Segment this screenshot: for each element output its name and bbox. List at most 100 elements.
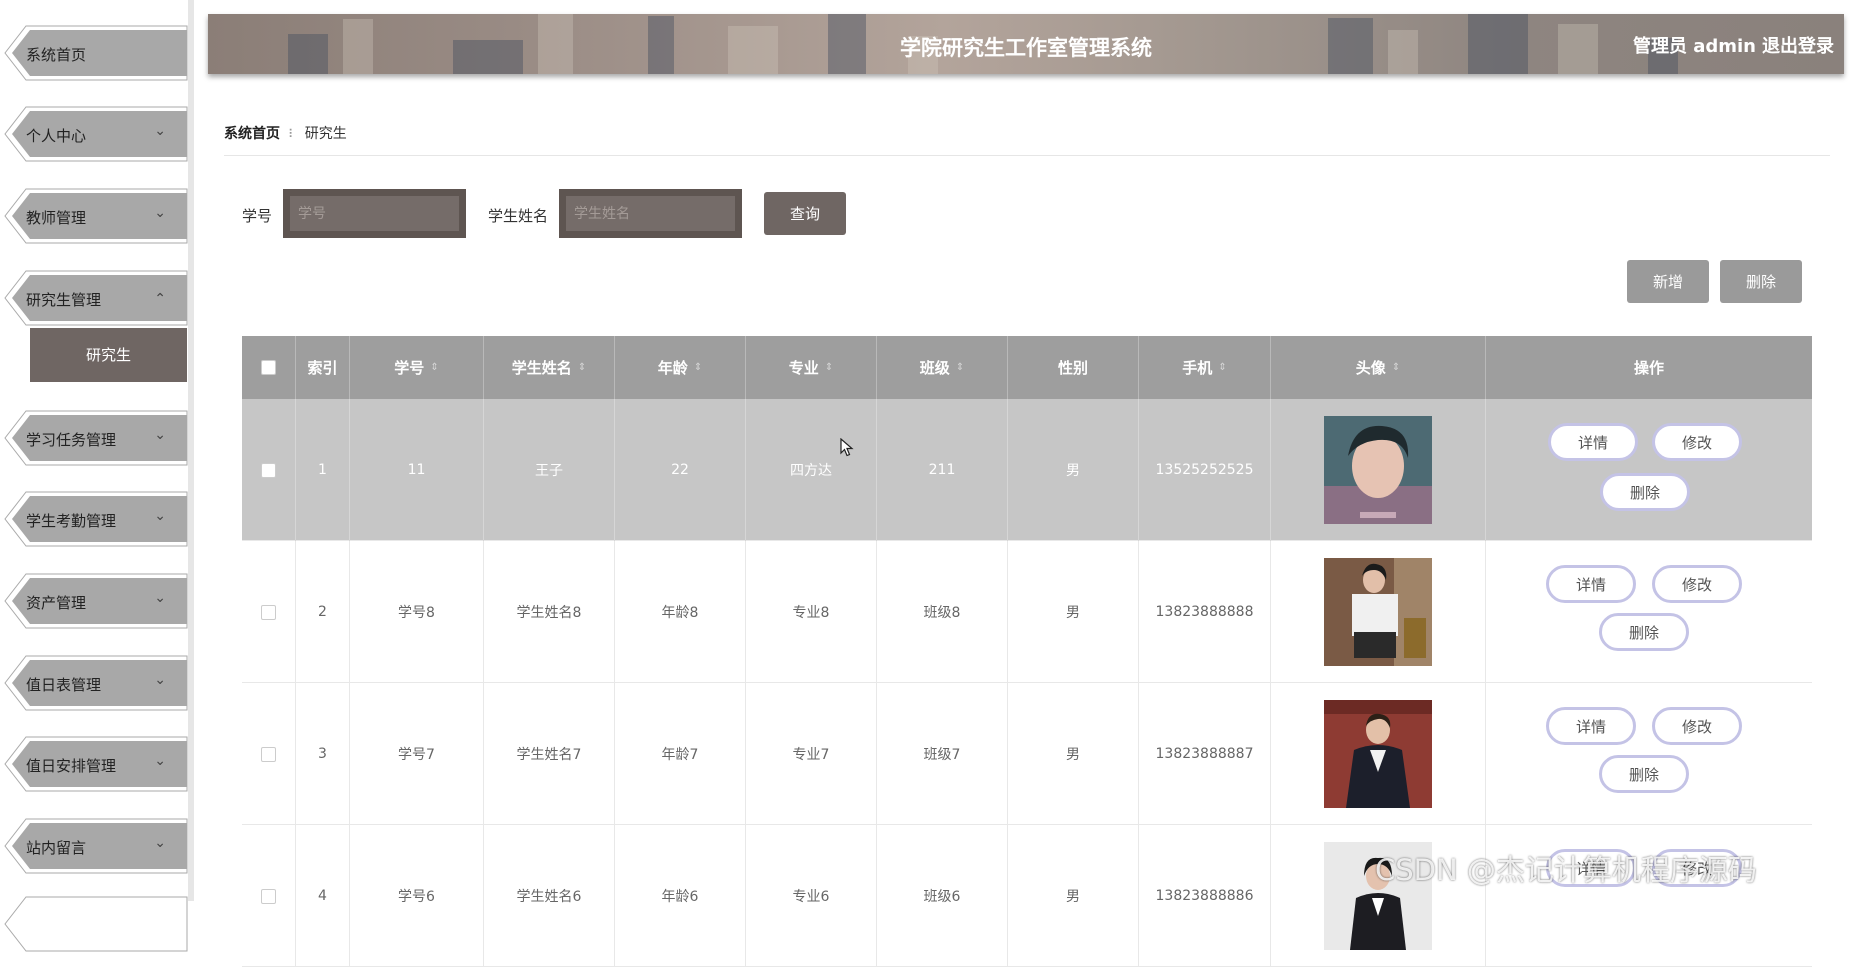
table-row[interactable]: 3 学号7 学生姓名7 年龄7 专业7 班级7 男 13823888887 详情… bbox=[242, 683, 1812, 825]
edit-button[interactable]: 修改 bbox=[1652, 707, 1742, 745]
breadcrumb-separator: ⠇ bbox=[288, 127, 297, 141]
column-header-label: 学号 bbox=[394, 359, 425, 377]
sidebar-item-duty-schedule-management[interactable]: 值日安排管理 ⌄ bbox=[4, 736, 188, 792]
column-header-major[interactable]: 专业 ⇕ bbox=[746, 336, 877, 399]
cell-name: 王子 bbox=[484, 399, 615, 541]
column-header-label: 班级 bbox=[919, 359, 950, 377]
column-header-gender: 性别 bbox=[1008, 336, 1139, 399]
sort-icon[interactable]: ⇕ bbox=[694, 362, 702, 373]
sidebar: 系统首页 个人中心 ⌄ 教师管理 ⌄ 研究生管理 ⌃ 研究生 学习任务管理 ⌄ bbox=[0, 0, 194, 952]
sidebar-subitem-graduate[interactable]: 研究生 bbox=[30, 328, 187, 382]
sort-icon[interactable]: ⇕ bbox=[956, 362, 964, 373]
cell-student-no: 学号6 bbox=[350, 825, 484, 967]
chevron-up-icon: ⌃ bbox=[154, 291, 166, 307]
app-title: 学院研究生工作室管理系统 bbox=[900, 36, 1152, 60]
user-info: 管理员 admin 退出登录 bbox=[1627, 32, 1834, 58]
column-header-label: 索引 bbox=[307, 359, 338, 377]
sidebar-item-asset-management[interactable]: 资产管理 ⌄ bbox=[4, 573, 188, 629]
sidebar-item-label: 教师管理 bbox=[26, 209, 87, 227]
cell-actions: 详情 修改 删除 bbox=[1486, 683, 1812, 825]
edit-button[interactable]: 修改 bbox=[1652, 423, 1742, 461]
delete-button[interactable]: 删除 bbox=[1599, 613, 1689, 651]
row-checkbox[interactable] bbox=[261, 462, 276, 478]
sidebar-item-label: 值日表管理 bbox=[26, 676, 102, 694]
column-header-avatar[interactable]: 头像 ⇕ bbox=[1271, 336, 1486, 399]
sidebar-item-label: 系统首页 bbox=[26, 46, 87, 64]
cell-age: 年龄7 bbox=[615, 683, 746, 825]
sidebar-item-messages[interactable]: 站内留言 ⌄ bbox=[4, 818, 188, 874]
detail-button[interactable]: 详情 bbox=[1548, 423, 1638, 461]
cell-index: 4 bbox=[296, 825, 350, 967]
row-select-cell bbox=[242, 825, 296, 967]
column-header-name[interactable]: 学生姓名 ⇕ bbox=[484, 336, 615, 399]
cell-gender: 男 bbox=[1008, 683, 1139, 825]
breadcrumb-home[interactable]: 系统首页 bbox=[224, 126, 280, 142]
sort-icon[interactable]: ⇕ bbox=[578, 362, 586, 373]
cell-name: 学生姓名6 bbox=[484, 825, 615, 967]
sidebar-item-graduate-management[interactable]: 研究生管理 ⌃ bbox=[4, 270, 188, 326]
sidebar-item-label: 学习任务管理 bbox=[26, 431, 117, 449]
sort-icon[interactable]: ⇕ bbox=[1218, 362, 1226, 373]
avatar-young-man-portrait bbox=[1324, 416, 1432, 524]
row-checkbox[interactable] bbox=[261, 604, 276, 620]
sidebar-item-label: 个人中心 bbox=[26, 127, 87, 145]
batch-delete-button[interactable]: 删除 bbox=[1720, 260, 1802, 303]
table-row[interactable]: 1 11 王子 22 四方达 211 男 13525252525 详情 修改 删… bbox=[242, 399, 1812, 541]
sidebar-item-home[interactable]: 系统首页 bbox=[4, 25, 188, 81]
cell-class: 211 bbox=[877, 399, 1008, 541]
sort-icon[interactable]: ⇕ bbox=[825, 362, 833, 373]
avatar bbox=[1324, 558, 1432, 666]
sort-icon[interactable]: ⇕ bbox=[1392, 362, 1400, 373]
sidebar-item-teacher-management[interactable]: 教师管理 ⌄ bbox=[4, 188, 188, 244]
cell-avatar bbox=[1271, 541, 1486, 683]
cell-phone: 13525252525 bbox=[1139, 399, 1271, 541]
column-header-label: 手机 bbox=[1182, 359, 1213, 377]
sidebar-item-attendance-management[interactable]: 学生考勤管理 ⌄ bbox=[4, 491, 188, 547]
sidebar-item-next-partial[interactable] bbox=[4, 896, 188, 952]
row-select-cell bbox=[242, 683, 296, 825]
column-header-label: 性别 bbox=[1057, 359, 1088, 377]
avatar bbox=[1324, 416, 1432, 524]
delete-button[interactable]: 删除 bbox=[1600, 473, 1690, 511]
cell-actions: 详情 修改 删除 bbox=[1486, 541, 1812, 683]
column-header-student-no[interactable]: 学号 ⇕ bbox=[350, 336, 484, 399]
mouse-cursor-icon bbox=[840, 438, 854, 457]
detail-button[interactable]: 详情 bbox=[1546, 565, 1636, 603]
select-all-cell bbox=[242, 336, 296, 399]
select-all-checkbox[interactable] bbox=[261, 360, 276, 375]
query-button[interactable]: 查询 bbox=[764, 192, 846, 235]
sidebar-item-study-task-management[interactable]: 学习任务管理 ⌄ bbox=[4, 410, 188, 466]
cell-age: 22 bbox=[615, 399, 746, 541]
row-checkbox[interactable] bbox=[261, 888, 276, 904]
column-header-class[interactable]: 班级 ⇕ bbox=[877, 336, 1008, 399]
student-name-input[interactable] bbox=[566, 196, 735, 231]
breadcrumb-current: 研究生 bbox=[304, 126, 347, 142]
student-name-field-wrapper bbox=[559, 189, 742, 238]
row-select-cell bbox=[242, 541, 296, 683]
column-header-actions: 操作 bbox=[1486, 336, 1812, 399]
sidebar-item-personal-center[interactable]: 个人中心 ⌄ bbox=[4, 106, 188, 162]
chevron-down-icon: ⌄ bbox=[154, 205, 166, 221]
delete-button[interactable]: 删除 bbox=[1599, 755, 1689, 793]
logout-link[interactable]: 退出登录 bbox=[1762, 36, 1834, 57]
student-no-input[interactable] bbox=[290, 196, 459, 231]
add-button[interactable]: 新增 bbox=[1627, 260, 1709, 303]
sort-icon[interactable]: ⇕ bbox=[430, 362, 438, 373]
sidebar-item-label: 值日安排管理 bbox=[26, 757, 117, 775]
edit-button[interactable]: 修改 bbox=[1652, 565, 1742, 603]
avatar-woman-office-uniform bbox=[1324, 558, 1432, 666]
sidebar-item-duty-table-management[interactable]: 值日表管理 ⌄ bbox=[4, 655, 188, 711]
detail-button[interactable]: 详情 bbox=[1546, 707, 1636, 745]
cell-class: 班级6 bbox=[877, 825, 1008, 967]
cell-gender: 男 bbox=[1008, 825, 1139, 967]
row-checkbox[interactable] bbox=[261, 746, 276, 762]
table-row[interactable]: 2 学号8 学生姓名8 年龄8 专业8 班级8 男 13823888888 详情 bbox=[242, 541, 1812, 683]
top-header: 学院研究生工作室管理系统 管理员 admin 退出登录 bbox=[208, 14, 1844, 74]
column-header-phone[interactable]: 手机 ⇕ bbox=[1139, 336, 1271, 399]
sidebar-item-label: 学生考勤管理 bbox=[26, 512, 117, 530]
cell-age: 年龄6 bbox=[615, 825, 746, 967]
sidebar-item-label: 研究生管理 bbox=[26, 291, 102, 309]
column-header-age[interactable]: 年龄 ⇕ bbox=[615, 336, 746, 399]
cell-gender: 男 bbox=[1008, 541, 1139, 683]
cell-student-no: 学号7 bbox=[350, 683, 484, 825]
